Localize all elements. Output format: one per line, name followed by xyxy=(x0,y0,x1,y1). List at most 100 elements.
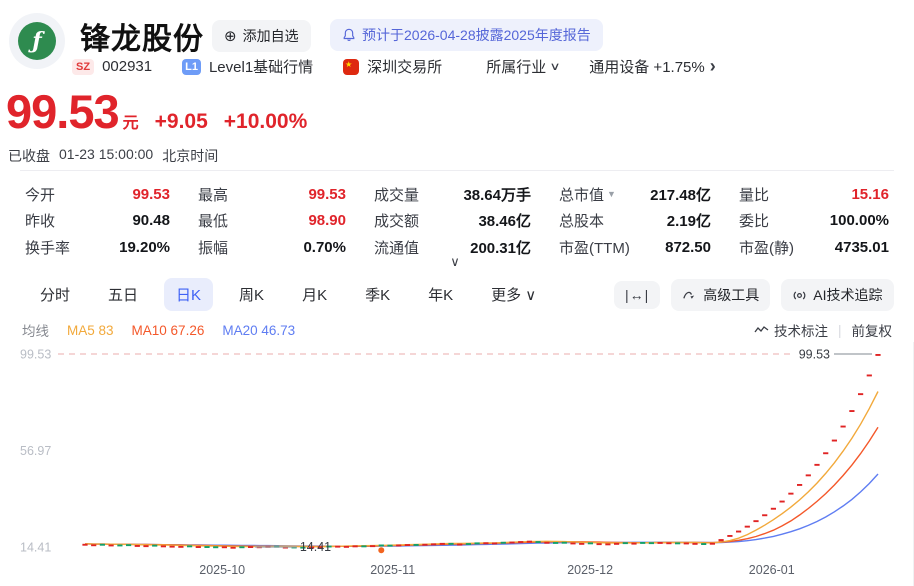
candle xyxy=(509,542,514,544)
level-badge: L1 xyxy=(182,59,201,75)
candle xyxy=(82,544,87,546)
tab-more[interactable]: 更多 ∨ xyxy=(479,278,548,311)
quote-label: 成交额 xyxy=(374,210,419,231)
quote-value: 19.20% xyxy=(119,239,170,256)
quote-value: 100.00% xyxy=(830,212,889,229)
quote-value: 38.64万手 xyxy=(463,184,531,205)
china-flag-icon: ★ xyxy=(343,59,359,75)
report-notice-banner[interactable]: 预计于2026-04-28披露2025年度报告 xyxy=(330,19,603,51)
quote-label: 最高 xyxy=(198,184,228,205)
candle xyxy=(605,543,610,545)
candlestick-chart[interactable]: 99.5356.9714.4114.4199.532025-102025-112… xyxy=(0,342,914,586)
candle xyxy=(187,545,192,547)
candle xyxy=(109,545,114,547)
quote-label: 今开 xyxy=(25,184,55,205)
quote-grid: 今开99.53昨收90.48换手率19.20%最高99.53最低98.90振幅0… xyxy=(25,181,889,261)
candle xyxy=(832,440,837,442)
candle xyxy=(518,541,523,543)
candle xyxy=(640,542,645,544)
candle xyxy=(414,544,419,546)
candle xyxy=(396,545,401,547)
adjust-mode-selector[interactable]: 前复权 xyxy=(852,320,893,340)
tech-annotation-label: 技术标注 xyxy=(774,320,828,340)
timezone-label: 北京时间 xyxy=(162,146,218,166)
quote-label: 昨收 xyxy=(25,210,55,231)
ma-legend-item-1[interactable]: MA10 67.26 xyxy=(132,323,205,338)
tab-day-k[interactable]: 日K xyxy=(164,278,213,311)
quote-label: 市盈(静) xyxy=(739,237,794,258)
quote-cell: 振幅0.70% xyxy=(198,234,346,261)
ma-legend-item-0[interactable]: MA5 83 xyxy=(67,323,114,338)
market-status-row: 已收盘 01-23 15:00:00 北京时间 xyxy=(8,146,218,166)
period-tab-bar: 分时五日日K 周K 月K 季K 年K 更多 ∨ xyxy=(28,277,548,311)
candle xyxy=(649,542,654,544)
tab-month-k[interactable]: 月K xyxy=(290,278,339,311)
industry-dropdown[interactable]: 所属行业 ∨ xyxy=(486,56,559,77)
candle xyxy=(823,452,828,454)
chart-toolbar: |↔| 高级工具 AI技术追踪 xyxy=(614,279,894,311)
quote-label: 换手率 xyxy=(25,237,70,258)
candle xyxy=(736,531,741,533)
kline-svg: 99.5356.9714.4114.4199.532025-102025-112… xyxy=(0,342,914,586)
dropdown-triangle-icon[interactable]: ▼ xyxy=(607,189,616,199)
candle xyxy=(727,535,732,537)
measure-button[interactable]: |↔| xyxy=(614,281,660,309)
tab-minute[interactable]: 分时 xyxy=(28,278,82,311)
candle xyxy=(544,542,549,544)
candle xyxy=(570,543,575,545)
candle xyxy=(370,545,375,547)
candle xyxy=(353,545,358,547)
candle xyxy=(553,542,558,544)
chevron-right-icon: › xyxy=(710,56,716,77)
candle xyxy=(788,493,793,495)
quote-value: 0.70% xyxy=(303,239,346,256)
candle xyxy=(658,542,663,544)
stock-name: 锋龙股份 xyxy=(80,14,204,58)
candle xyxy=(780,501,785,503)
add-watchlist-button[interactable]: ⊕ 添加自选 xyxy=(212,20,311,52)
quote-cell: 委比 100.00% xyxy=(739,208,889,235)
candle xyxy=(239,546,244,548)
y-axis-label-0: 99.53 xyxy=(20,348,51,362)
candle xyxy=(814,464,819,466)
candle xyxy=(143,545,148,547)
industry-link[interactable]: 通用设备 +1.75% › xyxy=(589,56,715,77)
candle xyxy=(771,508,776,510)
candle xyxy=(466,543,471,545)
collapse-grid-chevron[interactable]: ∨ xyxy=(440,254,470,272)
candle xyxy=(248,546,253,548)
event-dot-marker[interactable] xyxy=(378,547,384,553)
candle xyxy=(614,543,619,545)
market-status: 已收盘 xyxy=(8,146,50,166)
price-unit: 元 xyxy=(123,109,139,133)
quote-cell: 成交额38.46亿 xyxy=(374,208,531,235)
candle xyxy=(475,542,480,544)
ai-tracking-button[interactable]: AI技术追踪 xyxy=(781,279,893,311)
tab-week-k[interactable]: 周K xyxy=(227,278,276,311)
quote-label: 总市值▼ xyxy=(559,184,616,205)
candle xyxy=(100,544,105,546)
candle xyxy=(806,474,811,476)
candle xyxy=(753,520,758,522)
advanced-tools-button[interactable]: 高级工具 xyxy=(671,279,770,311)
quote-cell[interactable]: 总市值▼217.48亿 xyxy=(559,181,711,208)
candle xyxy=(666,542,671,544)
candle xyxy=(161,545,166,547)
candle xyxy=(152,545,157,547)
tab-five-day[interactable]: 五日 xyxy=(96,278,150,311)
tab-year-k[interactable]: 年K xyxy=(416,278,465,311)
add-watchlist-label: 添加自选 xyxy=(243,26,299,46)
candle xyxy=(440,543,445,545)
quote-label: 委比 xyxy=(739,210,769,231)
quote-label: 成交量 xyxy=(374,184,419,205)
tech-annotation-toggle[interactable]: 技术标注 xyxy=(754,320,828,340)
quote-cell: 市盈(TTM)872.50 xyxy=(559,234,711,261)
quote-value: 15.16 xyxy=(851,186,889,203)
quote-value: 2.19亿 xyxy=(667,210,711,231)
price-change-percent: +10.00% xyxy=(224,110,308,134)
ma-legend-item-2[interactable]: MA20 46.73 xyxy=(222,323,295,338)
current-price: 99.53 xyxy=(6,84,119,139)
candle xyxy=(117,545,122,547)
y-axis-label-1: 56.97 xyxy=(20,444,51,458)
tab-quarter-k[interactable]: 季K xyxy=(353,278,402,311)
